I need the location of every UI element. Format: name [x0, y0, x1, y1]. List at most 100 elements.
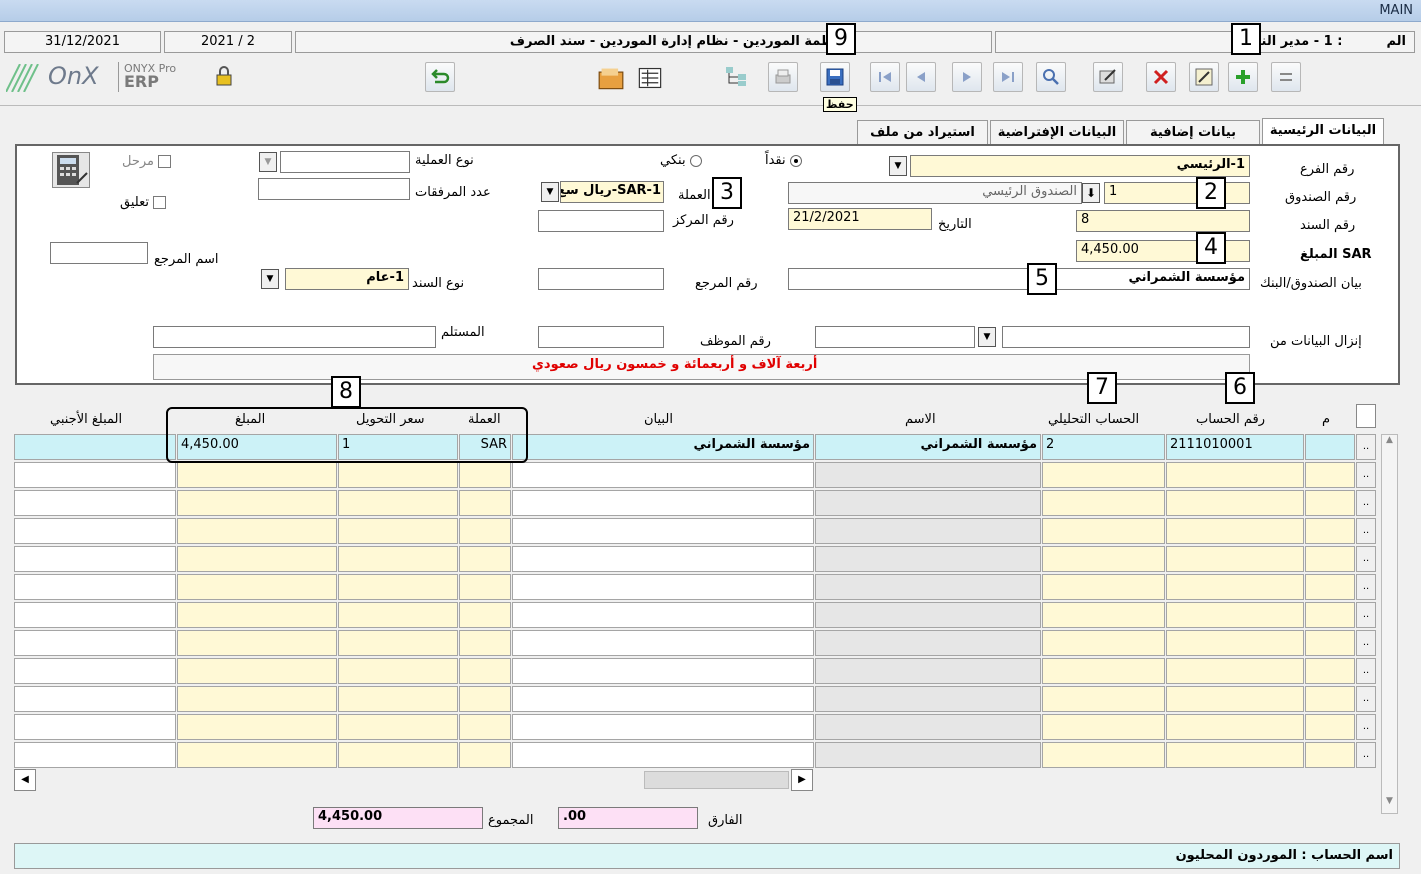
- cell-statement[interactable]: [512, 742, 814, 768]
- print-button[interactable]: [768, 62, 798, 92]
- scroll-left-icon[interactable]: ◀: [14, 769, 36, 791]
- cell-name[interactable]: [815, 490, 1041, 516]
- vertical-scrollbar[interactable]: ▲ ▼: [1381, 434, 1398, 814]
- cell-foreign[interactable]: [14, 490, 176, 516]
- cell-statement[interactable]: [512, 602, 814, 628]
- cell-currency[interactable]: [459, 490, 511, 516]
- row-select-button[interactable]: ..: [1356, 490, 1376, 516]
- cell-m[interactable]: [1305, 602, 1355, 628]
- cell-statement[interactable]: [512, 686, 814, 712]
- cell-m[interactable]: [1305, 490, 1355, 516]
- row-select-button[interactable]: ..: [1356, 574, 1376, 600]
- tab-main-data[interactable]: البيانات الرئيسية: [1262, 118, 1384, 146]
- back-button[interactable]: [425, 62, 455, 92]
- row-select-button[interactable]: ..: [1356, 714, 1376, 740]
- cell-statement[interactable]: مؤسسة الشمراني: [512, 434, 814, 460]
- cash-radio[interactable]: نقداً: [765, 153, 802, 168]
- cell-rate[interactable]: [338, 686, 458, 712]
- cell-account-no[interactable]: [1166, 658, 1304, 684]
- cell-amount[interactable]: 4,450.00: [177, 434, 337, 460]
- voucher-type-dropdown[interactable]: ▼: [261, 269, 279, 289]
- options-button[interactable]: [1271, 62, 1301, 92]
- employee-field[interactable]: [538, 326, 664, 348]
- cell-m[interactable]: [1305, 742, 1355, 768]
- cell-m[interactable]: [1305, 518, 1355, 544]
- next-record-button[interactable]: [952, 62, 982, 92]
- cell-account-no[interactable]: [1166, 490, 1304, 516]
- cell-currency[interactable]: [459, 518, 511, 544]
- cell-rate[interactable]: 1: [338, 434, 458, 460]
- cell-rate[interactable]: [338, 462, 458, 488]
- first-record-button[interactable]: [870, 62, 900, 92]
- cell-analytic[interactable]: [1042, 630, 1165, 656]
- attachments-field[interactable]: [258, 178, 410, 200]
- cell-analytic[interactable]: [1042, 546, 1165, 572]
- cell-rate[interactable]: [338, 630, 458, 656]
- last-record-button[interactable]: [993, 62, 1023, 92]
- voucher-type-field[interactable]: 1-عام: [285, 268, 409, 290]
- cell-account-no[interactable]: [1166, 602, 1304, 628]
- cell-foreign[interactable]: [14, 714, 176, 740]
- cell-account-no[interactable]: [1166, 630, 1304, 656]
- cell-amount[interactable]: [177, 742, 337, 768]
- cell-amount[interactable]: [177, 490, 337, 516]
- cell-statement[interactable]: [512, 518, 814, 544]
- cell-rate[interactable]: [338, 714, 458, 740]
- download-detail-field[interactable]: [815, 326, 975, 348]
- cell-analytic[interactable]: [1042, 490, 1165, 516]
- cell-name[interactable]: [815, 630, 1041, 656]
- prev-record-button[interactable]: [906, 62, 936, 92]
- cell-name[interactable]: [815, 658, 1041, 684]
- cell-rate[interactable]: [338, 574, 458, 600]
- cell-amount[interactable]: [177, 602, 337, 628]
- cell-foreign[interactable]: [14, 630, 176, 656]
- cell-name[interactable]: [815, 602, 1041, 628]
- save-button[interactable]: [820, 62, 850, 92]
- cell-name[interactable]: [815, 546, 1041, 572]
- cell-statement[interactable]: [512, 490, 814, 516]
- select-all-cell[interactable]: [1356, 404, 1376, 428]
- modify-button[interactable]: [1189, 62, 1219, 92]
- delete-button[interactable]: [1146, 62, 1176, 92]
- cell-foreign[interactable]: [14, 658, 176, 684]
- row-select-button[interactable]: ..: [1356, 462, 1376, 488]
- cell-amount[interactable]: [177, 462, 337, 488]
- scroll-up-icon[interactable]: ▲: [1382, 435, 1397, 452]
- cell-rate[interactable]: [338, 658, 458, 684]
- tab-additional-data[interactable]: بيانات إضافية: [1126, 120, 1260, 146]
- cell-analytic[interactable]: [1042, 658, 1165, 684]
- date-field[interactable]: 21/2/2021: [788, 208, 932, 230]
- row-select-button[interactable]: ..: [1356, 742, 1376, 768]
- cell-statement[interactable]: [512, 546, 814, 572]
- center-field[interactable]: [538, 210, 664, 232]
- cell-rate[interactable]: [338, 490, 458, 516]
- cell-m[interactable]: [1305, 658, 1355, 684]
- cell-currency[interactable]: [459, 686, 511, 712]
- cell-analytic[interactable]: 2: [1042, 434, 1165, 460]
- currency-field[interactable]: 1-SAR-ريال سع: [560, 181, 664, 203]
- cell-rate[interactable]: [338, 546, 458, 572]
- row-select-button[interactable]: ..: [1356, 602, 1376, 628]
- cell-amount[interactable]: [177, 574, 337, 600]
- cell-m[interactable]: [1305, 686, 1355, 712]
- receiver-field[interactable]: [153, 326, 436, 348]
- cell-foreign[interactable]: [14, 602, 176, 628]
- scroll-right-icon[interactable]: ▶: [791, 769, 813, 791]
- cell-rate[interactable]: [338, 602, 458, 628]
- tab-default-data[interactable]: البيانات الإفتراضية: [990, 120, 1124, 146]
- horizontal-scrollbar[interactable]: ◀ ▶: [14, 769, 813, 791]
- scroll-thumb[interactable]: [644, 771, 789, 789]
- cell-currency[interactable]: [459, 658, 511, 684]
- cell-m[interactable]: [1305, 434, 1355, 460]
- cell-currency[interactable]: [459, 630, 511, 656]
- add-button[interactable]: [1228, 62, 1258, 92]
- cell-currency[interactable]: [459, 574, 511, 600]
- open-folder-button[interactable]: [592, 62, 632, 92]
- calculator-button[interactable]: [52, 152, 90, 188]
- reference-name-field[interactable]: [50, 242, 148, 264]
- cell-statement[interactable]: [512, 462, 814, 488]
- cell-analytic[interactable]: [1042, 602, 1165, 628]
- cell-currency[interactable]: [459, 742, 511, 768]
- branch-dropdown[interactable]: ▼: [889, 156, 907, 176]
- suspend-checkbox[interactable]: تعليق: [120, 195, 167, 210]
